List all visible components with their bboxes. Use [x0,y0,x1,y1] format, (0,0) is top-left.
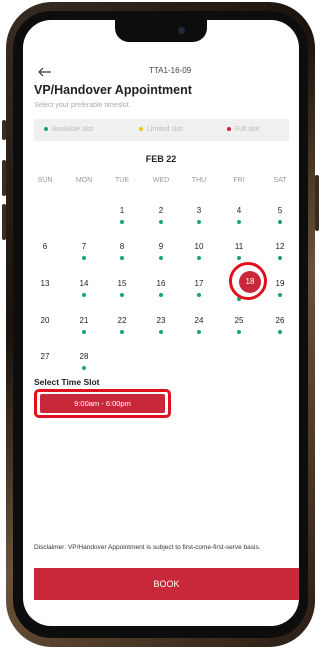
available-slot-dot-icon [120,220,124,224]
weekday-wed: WED [152,177,170,184]
calendar-day[interactable]: 9 [159,242,163,251]
legend-full: Full slot [227,126,259,133]
calendar-day[interactable]: 10 [195,242,204,251]
available-slot-dot-icon [197,256,201,260]
calendar-day[interactable]: 17 [195,279,204,288]
available-slot-dot-icon [237,220,241,224]
phone-power-button [315,175,319,231]
disclaimer-text: Disclaimer: VP/Handover Appointment is s… [34,544,261,551]
calendar-day[interactable]: 3 [197,206,201,215]
weekday-fri: FRI [233,177,245,184]
available-slot-dot-icon [278,220,282,224]
weekday-mon: MON [75,177,93,184]
available-slot-dot-icon [197,330,201,334]
calendar-day[interactable]: 11 [235,242,243,251]
available-slot-dot-icon [159,330,163,334]
available-slot-dot-icon [82,256,86,260]
phone-notch [115,20,207,42]
legend-full-label: Full slot [235,126,260,133]
available-slot-dot-icon [82,293,86,297]
calendar-day[interactable]: 27 [41,352,50,361]
calendar-day[interactable]: 21 [80,316,89,325]
phone-mute-switch [2,120,6,140]
calendar-day[interactable]: 4 [237,206,241,215]
calendar-day[interactable]: 14 [80,279,89,288]
legend-available-label: Available slot [52,126,94,133]
calendar-day[interactable]: 19 [276,279,285,288]
green-dot-icon [44,127,48,132]
calendar-day[interactable]: 15 [118,279,127,288]
book-button[interactable]: BOOK [34,568,299,600]
phone-volume-up [2,160,6,196]
available-slot-dot-icon [120,293,124,297]
calendar-day[interactable]: 7 [82,242,86,251]
calendar-day[interactable]: 5 [278,206,282,215]
available-slot-dot-icon [278,330,282,334]
calendar-day[interactable]: 23 [157,316,166,325]
available-slot-dot-icon [120,330,124,334]
available-slot-dot-icon [197,293,201,297]
legend-limited-label: Limited slot [147,126,183,133]
time-slot-title: Select Time Slot [34,377,100,387]
calendar-month: FEB 22 [145,154,177,164]
available-slot-dot-icon [237,330,241,334]
available-slot-dot-icon [237,256,241,260]
calendar-day[interactable]: 20 [41,316,50,325]
available-slot-dot-icon [82,330,86,334]
calendar-day[interactable]: 1 [120,206,124,215]
weekday-sat: SAT [273,177,287,184]
red-dot-icon [227,127,231,132]
time-slot-button[interactable]: 9:00am - 6:00pm [40,394,165,413]
legend-available: Available slot [44,126,93,133]
calendar-day[interactable]: 13 [41,279,50,288]
calendar-day[interactable]: 28 [80,352,89,361]
calendar-day[interactable]: 8 [120,242,124,251]
phone-volume-down [2,204,6,240]
calendar-day[interactable]: 26 [276,316,285,325]
available-slot-dot-icon [82,366,86,370]
calendar-day[interactable]: 6 [43,242,47,251]
available-slot-dot-icon [120,256,124,260]
selected-day-annotation-ring [229,262,267,300]
unit-code: TTA1-16-09 [149,66,192,75]
legend-limited: Limited slot [139,126,182,133]
calendar-day[interactable]: 22 [118,316,127,325]
available-slot-dot-icon [159,293,163,297]
back-arrow-icon[interactable] [38,64,52,80]
available-slot-dot-icon [159,256,163,260]
available-slot-dot-icon [278,293,282,297]
calendar-day[interactable]: 2 [159,206,163,215]
calendar-day[interactable]: 16 [157,279,166,288]
weekday-tue: TUE [115,177,129,184]
calendar-day[interactable]: 25 [235,316,244,325]
weekday-thu: THU [191,177,207,184]
camera-icon [178,27,185,34]
available-slot-dot-icon [197,220,201,224]
calendar-day[interactable]: 24 [195,316,204,325]
page-subtitle: Select your preferable timeslot. [34,102,131,109]
weekday-sun: SUN [37,177,53,184]
yellow-dot-icon [139,127,143,132]
available-slot-dot-icon [159,220,163,224]
page-title: VP/Handover Appointment [34,83,192,97]
app-screen: TTA1-16-09 VP/Handover Appointment Selec… [23,20,299,626]
available-slot-dot-icon [278,256,282,260]
calendar-day[interactable]: 12 [276,242,285,251]
slot-legend: Available slot Limited slot Full slot [34,119,289,141]
